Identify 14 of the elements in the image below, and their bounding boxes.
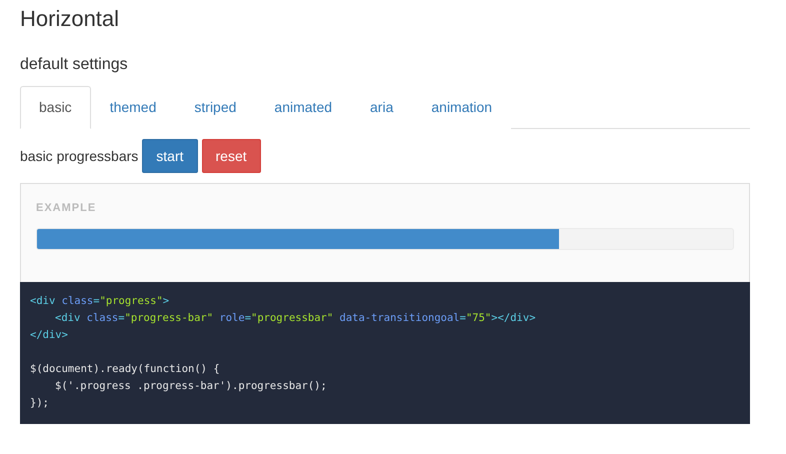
code-line: </div> xyxy=(30,328,68,343)
code-line: }); xyxy=(30,396,49,411)
code-line: <div class="progress-bar" role="progressbar" data-transitiongoal="75"></div> xyxy=(54,311,536,326)
page-title: Horizontal xyxy=(20,5,120,33)
tab[interactable]: themed xyxy=(90,86,176,129)
code-line: $('.progress .progress-bar').progressbar(); xyxy=(54,379,327,394)
reset-button[interactable]: reset xyxy=(202,139,261,173)
start-button[interactable]: start xyxy=(142,139,198,173)
controls-label: basic progressbars xyxy=(20,148,138,164)
code-line: <div class="progress"> xyxy=(30,294,170,309)
tab[interactable]: basic xyxy=(20,86,91,129)
section-heading: default settings xyxy=(20,55,129,75)
code-line: $(document).ready(function() { xyxy=(30,362,220,377)
example-heading: EXAMPLE xyxy=(36,202,98,214)
